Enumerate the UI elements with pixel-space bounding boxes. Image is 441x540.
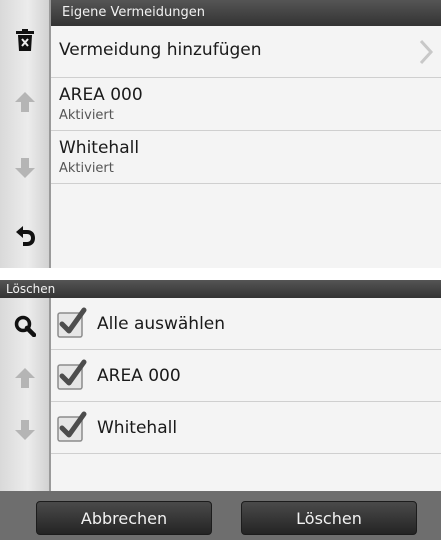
back-button[interactable]	[0, 218, 49, 254]
scroll-down-button[interactable]	[0, 412, 49, 448]
item-name: AREA 000	[97, 366, 181, 386]
search-icon	[14, 315, 36, 337]
list-item[interactable]: Whitehall Aktiviert	[51, 131, 441, 184]
checkbox-checked-icon[interactable]	[56, 307, 88, 339]
item-status: Aktiviert	[59, 161, 114, 176]
list-item[interactable]: Whitehall	[51, 402, 441, 454]
back-icon	[15, 226, 35, 246]
checkbox-checked-icon[interactable]	[56, 359, 88, 391]
delete-confirm-button[interactable]: Löschen	[241, 501, 417, 535]
scroll-up-button[interactable]	[0, 84, 49, 120]
item-name: Whitehall	[59, 138, 140, 158]
arrow-down-icon	[14, 158, 35, 178]
cancel-button[interactable]: Abbrechen	[36, 501, 212, 535]
arrow-up-icon	[14, 92, 35, 112]
item-name: AREA 000	[59, 85, 143, 105]
checkbox-checked-icon[interactable]	[56, 411, 88, 443]
search-button[interactable]	[0, 308, 49, 344]
list-item[interactable]: AREA 000 Aktiviert	[51, 78, 441, 131]
arrow-up-icon	[14, 368, 35, 388]
item-name: Whitehall	[97, 418, 178, 438]
scroll-down-button[interactable]	[0, 150, 49, 186]
trash-icon	[15, 29, 34, 51]
select-all-item[interactable]: Alle auswählen	[51, 298, 441, 350]
list-item[interactable]: AREA 000	[51, 350, 441, 402]
side-toolbar	[0, 0, 51, 268]
page-title: Löschen	[0, 280, 441, 298]
scroll-up-button[interactable]	[0, 360, 49, 396]
page-title: Eigene Vermeidungen	[51, 0, 441, 26]
avoidance-list: Vermeidung hinzufügen AREA 000 Aktiviert…	[51, 26, 441, 268]
select-all-label: Alle auswählen	[97, 314, 226, 334]
delete-button[interactable]	[0, 22, 49, 58]
add-avoidance-label: Vermeidung hinzufügen	[59, 40, 262, 60]
action-bar: Abbrechen Löschen	[0, 491, 441, 540]
arrow-down-icon	[14, 420, 35, 440]
side-toolbar	[0, 298, 51, 491]
add-avoidance-item[interactable]: Vermeidung hinzufügen	[51, 26, 441, 78]
item-status: Aktiviert	[59, 108, 114, 123]
delete-list: Alle auswählen AREA 000 Whitehall	[51, 298, 441, 491]
delete-screen: Löschen Alle auswählen AREA 000 Whitehal…	[0, 280, 441, 540]
chevron-right-icon	[419, 39, 434, 65]
avoidances-screen: Eigene Vermeidungen Vermeidung hinzufüge…	[0, 0, 441, 268]
